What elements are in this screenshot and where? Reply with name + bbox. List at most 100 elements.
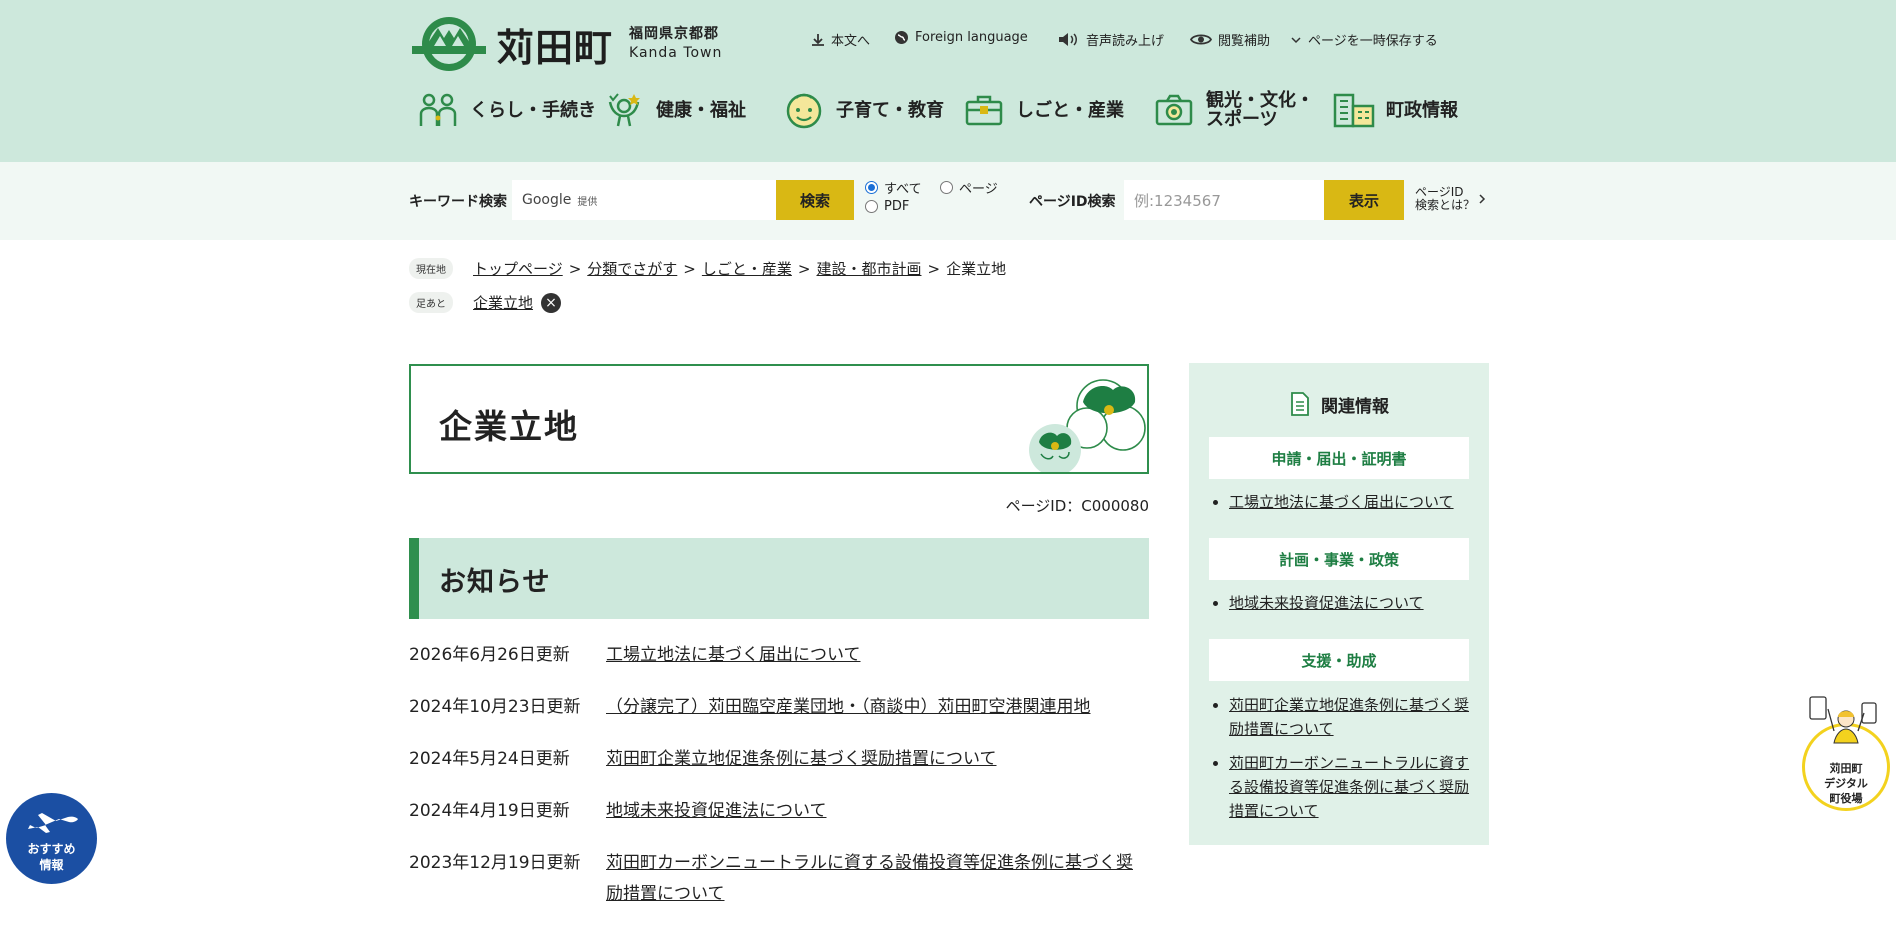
breadcrumb-separator: > <box>683 259 696 278</box>
speech-link[interactable]: 音声読み上げ <box>1058 30 1164 49</box>
page-id-help-link[interactable]: ページID 検索とは？ <box>1415 186 1486 212</box>
browsing-assist-label: 閲覧補助 <box>1218 34 1271 49</box>
recommend-button[interactable]: おすすめ 情報 <box>6 793 97 884</box>
page-id: ページID：C000080 <box>1005 497 1149 515</box>
related-info-title: 関連情報 <box>1321 396 1389 417</box>
page-id-input[interactable]: 例:1234567 <box>1124 180 1324 220</box>
side-category: 計画・事業・政策 <box>1209 538 1469 580</box>
logo-title: 苅田町 <box>496 25 614 70</box>
save-page-link[interactable]: ページを一時保存する <box>1290 30 1438 49</box>
news-link[interactable]: 工場立地法に基づく届出について <box>606 640 861 671</box>
foreign-language-label: Foreign language <box>915 30 1028 45</box>
site-logo[interactable]: 苅田町 福岡県京都郡 Kanda Town <box>410 16 722 72</box>
nav-kanko[interactable]: 観光・文化・ スポーツ <box>1152 88 1314 132</box>
breadcrumb-link[interactable]: しごと・産業 <box>702 258 792 279</box>
briefcase-icon <box>962 88 1006 132</box>
breadcrumb-current: 企業立地 <box>946 260 1007 278</box>
page-title: 企業立地 <box>439 407 579 446</box>
logo-prefecture: 福岡県京都郡 <box>629 26 720 42</box>
news-date: 2026年6月26日更新 <box>409 645 570 665</box>
side-category: 申請・届出・証明書 <box>1209 437 1469 479</box>
radio-all-label: すべて <box>884 182 922 197</box>
recommend-label: おすすめ 情報 <box>27 842 76 872</box>
radio-all-dot <box>865 181 878 194</box>
nav-shigoto[interactable]: しごと・産業 <box>962 88 1124 132</box>
nav-kenko[interactable]: 健康・福祉 <box>602 88 746 132</box>
related-info-heading: 関連情報 <box>1189 391 1489 417</box>
breadcrumb-link[interactable]: トップページ <box>473 258 563 279</box>
news-date: 2023年12月19日更新 <box>409 853 581 873</box>
news-link[interactable]: （分譲完了）苅田臨空産業団地・（商談中）苅田町空港関連用地 <box>606 692 1091 723</box>
nav-label: 観光・文化・ スポーツ <box>1206 90 1314 130</box>
radio-page[interactable]: ページ <box>940 178 998 197</box>
news-link[interactable]: 地域未来投資促進法について <box>606 796 827 827</box>
news-link[interactable]: 苅田町カーボンニュートラルに資する設備投資等促進条例に基づく奨励措置について <box>606 848 1149 910</box>
news-item: 2024年4月19日更新 地域未来投資促進法について <box>409 796 1149 827</box>
nav-label: 町政情報 <box>1386 99 1458 121</box>
nav-kosodate[interactable]: 子育て・教育 <box>782 88 944 132</box>
pansy-flower-icon <box>1029 379 1146 472</box>
logo-english: Kanda Town <box>629 45 723 61</box>
news-date: 2024年10月23日更新 <box>409 697 581 717</box>
nav-label: くらし・手続き <box>470 99 596 121</box>
digital-town-hall-button[interactable]: 苅田町 デジタル 町役場 <box>1800 695 1892 815</box>
site-header: 苅田町 福岡県京都郡 Kanda Town 本文へ Foreign langua… <box>0 0 1896 162</box>
browsing-assist-link[interactable]: 閲覧補助 <box>1190 30 1270 49</box>
news-list: 2026年6月26日更新 工場立地法に基づく届出について 2024年10月23日… <box>409 640 1149 931</box>
close-icon[interactable]: × <box>541 292 562 313</box>
side-link[interactable]: 苅田町カーボンニュートラルに資する設備投資等促進条例に基づく奨励措置について <box>1229 754 1469 820</box>
side-link-item: 地域未来投資促進法について <box>1229 591 1479 615</box>
skip-to-content-link[interactable]: 本文へ <box>811 30 870 49</box>
logo-subtitle: 福岡県京都郡 Kanda Town <box>629 25 722 63</box>
side-link[interactable]: 工場立地法に基づく届出について <box>1229 493 1454 511</box>
child-face-icon <box>782 88 826 132</box>
foreign-language-link[interactable]: Foreign language <box>894 30 1028 45</box>
breadcrumb-separator: > <box>927 259 941 278</box>
breadcrumb-separator: > <box>568 259 582 278</box>
history-link[interactable]: 企業立地 <box>473 292 533 313</box>
page-id-show-button[interactable]: 表示 <box>1324 180 1404 220</box>
side-link[interactable]: 苅田町企業立地促進条例に基づく奨励措置について <box>1229 696 1469 738</box>
nav-chosei[interactable]: 町政情報 <box>1332 88 1458 132</box>
news-item: 2023年12月19日更新 苅田町カーボンニュートラルに資する設備投資等促進条例… <box>409 848 1149 910</box>
news-date: 2024年5月24日更新 <box>409 749 570 769</box>
current-location-pill: 現在地 <box>409 258 453 279</box>
side-link[interactable]: 地域未来投資促進法について <box>1229 594 1424 612</box>
breadcrumb: 現在地 トップページ > 分類でさがす > しごと・産業 > 建設・都市計画 > 企業立… <box>409 258 1006 279</box>
eye-icon <box>1190 34 1212 45</box>
page-title-box: 企業立地 <box>409 364 1149 474</box>
keyword-search-button[interactable]: 検索 <box>776 180 854 220</box>
staff-illustration-icon <box>1809 696 1877 744</box>
side-link-item: 苅田町企業立地促進条例に基づく奨励措置について <box>1229 693 1479 741</box>
airplane-icon <box>28 813 78 833</box>
speech-label: 音声読み上げ <box>1086 34 1165 49</box>
globe-icon <box>895 31 908 44</box>
news-item: 2026年6月26日更新 工場立地法に基づく届出について <box>409 640 1149 671</box>
building-icon <box>1332 88 1376 132</box>
news-heading-box: お知らせ <box>409 538 1149 619</box>
document-icon <box>1291 392 1309 416</box>
side-link-list: 工場立地法に基づく届出について <box>1209 490 1479 524</box>
side-link-list: 地域未来投資促進法について <box>1209 591 1479 625</box>
breadcrumb-separator: > <box>797 259 811 278</box>
breadcrumb-link[interactable]: 分類でさがす <box>587 258 677 279</box>
news-heading: お知らせ <box>439 567 551 598</box>
side-link-item: 苅田町カーボンニュートラルに資する設備投資等促進条例に基づく奨励措置について <box>1229 751 1479 823</box>
news-link[interactable]: 苅田町企業立地促進条例に基づく奨励措置について <box>606 744 997 775</box>
radio-all[interactable]: すべて <box>865 178 922 197</box>
side-category: 支援・助成 <box>1209 639 1469 681</box>
nav-label: しごと・産業 <box>1016 99 1124 121</box>
breadcrumb-link[interactable]: 建設・都市計画 <box>816 258 921 279</box>
history-pill: 足あと <box>409 292 453 313</box>
nav-label: 健康・福祉 <box>656 99 746 121</box>
keyword-search-input[interactable]: Google 提供 <box>512 180 776 220</box>
side-link-item: 工場立地法に基づく届出について <box>1229 490 1479 514</box>
skip-to-content-label: 本文へ <box>831 34 871 49</box>
speaker-icon <box>1059 33 1077 46</box>
google-sub-label: 提供 <box>577 196 598 208</box>
radio-pdf[interactable]: PDF <box>865 199 909 214</box>
nav-label: 子育て・教育 <box>836 99 944 121</box>
nav-kurashi[interactable]: くらし・手続き <box>416 88 596 132</box>
global-nav: くらし・手続き 健康・福祉 子育て・教育 しごと・産業 観光・文化・ スポーツ <box>410 88 1490 136</box>
radio-pdf-label: PDF <box>884 199 910 214</box>
